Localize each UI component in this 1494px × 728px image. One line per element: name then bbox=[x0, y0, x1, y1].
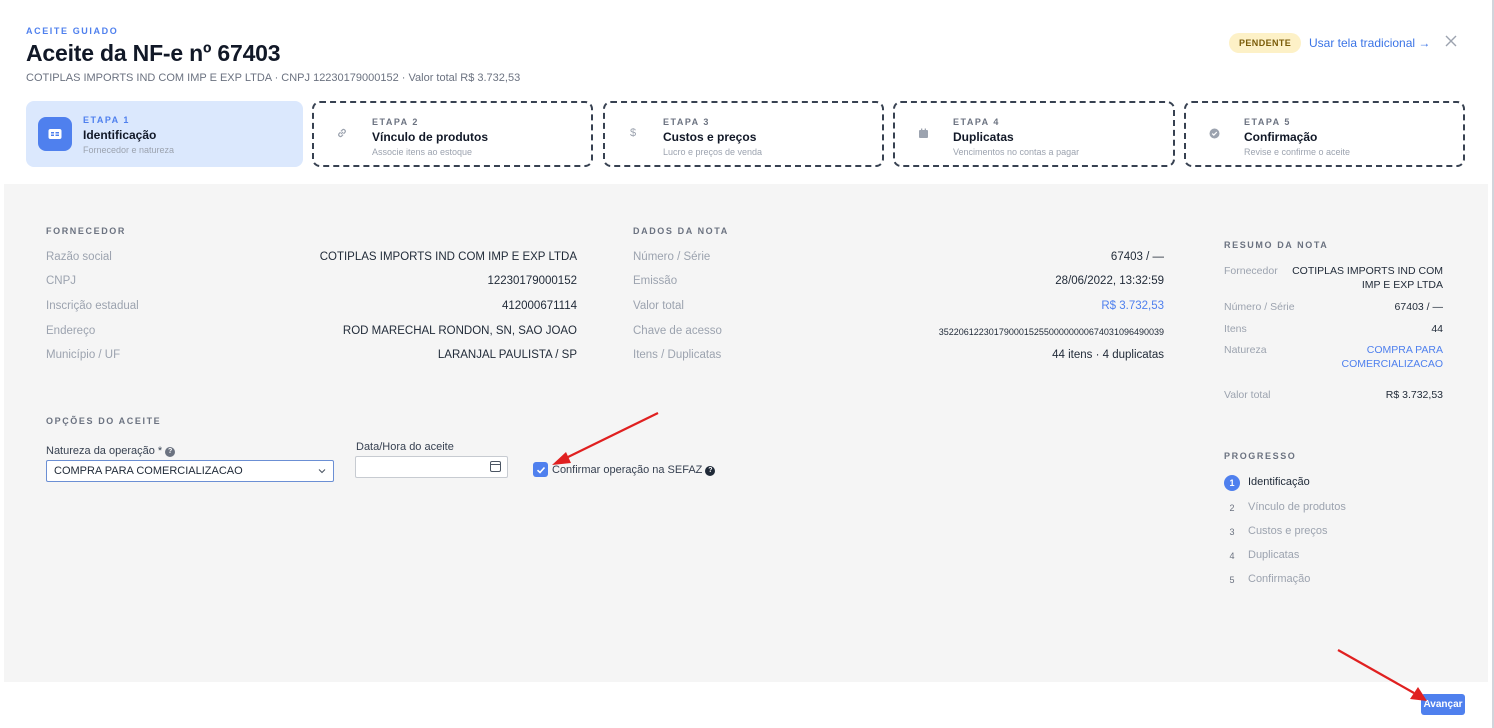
endereco-value: ROD MARECHAL RONDON, SN, SAO JOAO bbox=[342, 325, 577, 337]
emissao-label: Emissão bbox=[633, 275, 678, 287]
next-button[interactable]: Avançar bbox=[1421, 694, 1465, 715]
step-eyebrow: ETAPA 1 bbox=[83, 115, 130, 125]
cnpj-label: CNPJ bbox=[46, 275, 77, 287]
step-eyebrow: ETAPA 4 bbox=[953, 117, 1000, 127]
step-eyebrow: ETAPA 3 bbox=[663, 117, 710, 127]
step-desc: Fornecedor e natureza bbox=[83, 145, 175, 155]
data-hora-label: Data/Hora do aceite bbox=[356, 441, 454, 453]
opcoes-heading: OPÇÕES DO ACEITE bbox=[46, 416, 162, 426]
natureza-label-text: Natureza da operação * bbox=[46, 445, 163, 457]
progress-label: Vínculo de produtos bbox=[1248, 501, 1346, 513]
sefaz-label-text: Confirmar operação na SEFAZ bbox=[552, 464, 703, 476]
progress-num: 2 bbox=[1229, 503, 1235, 513]
chevron-down-icon bbox=[318, 461, 326, 488]
resumo-numero-value: 67403 / — bbox=[1394, 301, 1443, 313]
chave-acesso-label: Chave de acesso bbox=[633, 325, 722, 337]
endereco-label: Endereço bbox=[46, 325, 96, 337]
resumo-valor-label: Valor total bbox=[1224, 389, 1271, 401]
step-name: Duplicatas bbox=[953, 130, 1014, 144]
link-icon bbox=[334, 125, 350, 141]
razao-social-value: COTIPLAS IMPORTS IND COM IMP E EXP LTDA bbox=[319, 251, 577, 263]
page-title: Aceite da NF-e nº 67403 bbox=[26, 40, 281, 66]
progresso-heading: PROGRESSO bbox=[1224, 451, 1297, 461]
close-icon[interactable] bbox=[1444, 34, 1458, 48]
traditional-view-link[interactable]: Usar tela tradicional → bbox=[1309, 36, 1430, 50]
resumo-natureza-value: COMPRA PARA COMERCIALIZACAO bbox=[1341, 343, 1443, 371]
step-4-duplicatas[interactable]: ETAPA 4 Duplicatas Vencimentos no contas… bbox=[893, 101, 1175, 167]
step-5-confirmacao[interactable]: ETAPA 5 Confirmação Revise e confirme o … bbox=[1184, 101, 1465, 167]
resumo-fornecedor-line1: COTIPLAS IMPORTS IND COM bbox=[1292, 265, 1443, 277]
natureza-field-label: Natureza da operação *? bbox=[46, 445, 176, 457]
progress-num: 4 bbox=[1229, 551, 1235, 561]
municipio-label: Município / UF bbox=[46, 349, 121, 361]
resumo-natureza-line1: COMPRA PARA bbox=[1366, 344, 1443, 356]
chave-acesso-value: 3522061223017900015255000000006740310964… bbox=[938, 327, 1164, 337]
valor-total-value: R$ 3.732,53 bbox=[1101, 300, 1164, 312]
help-icon[interactable]: ? bbox=[165, 447, 176, 457]
step-desc: Lucro e preços de venda bbox=[663, 147, 763, 157]
step-name: Confirmação bbox=[1244, 130, 1318, 144]
eyebrow-label: ACEITE GUIADO bbox=[26, 26, 119, 36]
valor-total-label: Valor total bbox=[633, 300, 684, 312]
progress-num: 5 bbox=[1229, 575, 1235, 585]
sefaz-checkbox-label[interactable]: Confirmar operação na SEFAZ? bbox=[552, 464, 716, 476]
step-3-custos[interactable]: $ ETAPA 3 Custos e preços Lucro e preços… bbox=[603, 101, 884, 167]
calendar-icon[interactable] bbox=[490, 461, 501, 472]
numero-serie-value: 67403 / — bbox=[1110, 251, 1164, 263]
itens-duplicatas-label: Itens / Duplicatas bbox=[633, 349, 722, 361]
dados-nota-heading: DADOS DA NOTA bbox=[633, 226, 729, 236]
resumo-valor-value: R$ 3.732,53 bbox=[1385, 389, 1443, 401]
razao-social-label: Razão social bbox=[46, 251, 112, 263]
step-desc: Revise e confirme o aceite bbox=[1244, 147, 1351, 157]
progress-label: Custos e preços bbox=[1248, 525, 1328, 537]
help-icon[interactable]: ? bbox=[705, 466, 716, 476]
calendar-icon bbox=[915, 125, 931, 141]
ie-label: Inscrição estadual bbox=[46, 300, 139, 312]
step-name: Custos e preços bbox=[663, 130, 757, 144]
resumo-fornecedor-line2: IMP E EXP LTDA bbox=[1361, 279, 1443, 291]
ie-value: 412000671114 bbox=[501, 300, 577, 312]
step-2-vinculo[interactable]: ETAPA 2 Vínculo de produtos Associe iten… bbox=[312, 101, 593, 167]
data-hora-input[interactable] bbox=[355, 456, 508, 478]
natureza-select-value: COMPRA PARA COMERCIALIZACAO bbox=[54, 465, 243, 477]
step-eyebrow: ETAPA 2 bbox=[372, 117, 419, 127]
step-name: Identificação bbox=[83, 128, 157, 142]
content-area bbox=[4, 184, 1488, 682]
check-circle-icon bbox=[1206, 125, 1222, 141]
resumo-fornecedor-value: COTIPLAS IMPORTS IND COM IMP E EXP LTDA bbox=[1292, 264, 1443, 292]
progress-label: Identificação bbox=[1248, 476, 1310, 488]
progress-num: 1 bbox=[1224, 475, 1240, 491]
emissao-value: 28/06/2022, 13:32:59 bbox=[1055, 275, 1164, 287]
step-desc: Associe itens ao estoque bbox=[372, 147, 473, 157]
resumo-natureza-line2: COMERCIALIZACAO bbox=[1341, 358, 1443, 370]
sefaz-checkbox[interactable] bbox=[533, 462, 548, 477]
municipio-value: LARANJAL PAULISTA / SP bbox=[437, 349, 577, 361]
resumo-fornecedor-label: Fornecedor bbox=[1224, 265, 1278, 277]
dollar-icon: $ bbox=[629, 127, 637, 139]
resumo-itens-label: Itens bbox=[1224, 323, 1247, 335]
fornecedor-heading: FORNECEDOR bbox=[46, 226, 127, 236]
status-badge: PENDENTE bbox=[1229, 33, 1302, 53]
resumo-natureza-label: Natureza bbox=[1224, 344, 1267, 356]
natureza-select[interactable]: COMPRA PARA COMERCIALIZACAO bbox=[46, 460, 334, 482]
step-eyebrow: ETAPA 5 bbox=[1244, 117, 1291, 127]
page-subtitle: COTIPLAS IMPORTS IND COM IMP E EXP LTDA … bbox=[26, 72, 521, 84]
id-card-icon bbox=[38, 117, 72, 151]
resumo-numero-label: Número / Série bbox=[1224, 301, 1295, 313]
cnpj-value: 12230179000152 bbox=[487, 275, 577, 287]
aceite-modal: ACEITE GUIADO Aceite da NF-e nº 67403 CO… bbox=[0, 0, 1494, 728]
step-1-identificacao[interactable]: ETAPA 1 Identificação Fornecedor e natur… bbox=[26, 101, 303, 167]
numero-serie-label: Número / Série bbox=[633, 251, 711, 263]
resumo-heading: RESUMO DA NOTA bbox=[1224, 240, 1329, 250]
itens-duplicatas-value: 44 itens · 4 duplicatas bbox=[1052, 349, 1164, 361]
progress-label: Duplicatas bbox=[1248, 549, 1300, 561]
resumo-itens-value: 44 bbox=[1431, 323, 1443, 335]
progress-label: Confirmação bbox=[1248, 573, 1311, 585]
step-name: Vínculo de produtos bbox=[372, 130, 488, 144]
step-desc: Vencimentos no contas a pagar bbox=[953, 147, 1080, 157]
progress-num: 3 bbox=[1229, 527, 1235, 537]
